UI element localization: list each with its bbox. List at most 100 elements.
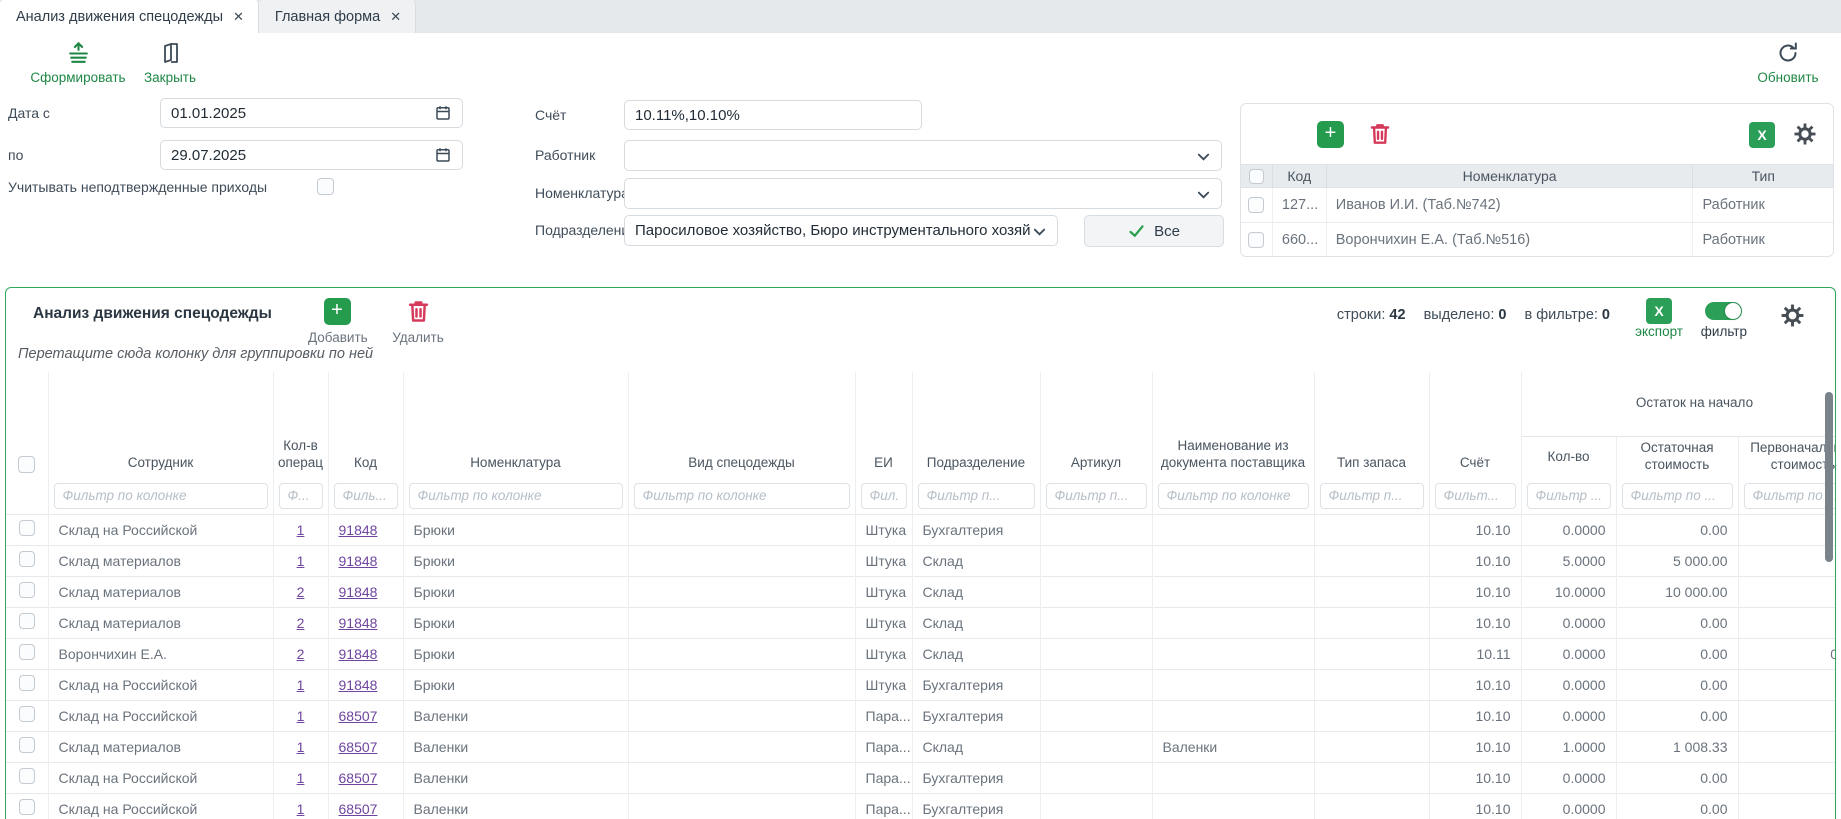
calendar-icon[interactable] bbox=[434, 104, 452, 122]
ops-count-link[interactable]: 2 bbox=[297, 615, 305, 631]
list-item[interactable]: 127... Иванов И.И. (Таб.№742) Работник bbox=[1241, 188, 1833, 223]
select-all-rows-checkbox[interactable] bbox=[18, 456, 35, 473]
row-checkbox[interactable] bbox=[19, 799, 35, 815]
ops-count-link[interactable]: 1 bbox=[297, 770, 305, 786]
filter-input-code[interactable] bbox=[334, 483, 398, 509]
table-row[interactable]: Склад на Российской 1 68507 Валенки Пара… bbox=[6, 793, 1835, 819]
code-link[interactable]: 68507 bbox=[339, 770, 378, 786]
infilter-count: 0 bbox=[1602, 307, 1610, 323]
row-checkbox[interactable] bbox=[19, 644, 35, 660]
code-link[interactable]: 68507 bbox=[339, 739, 378, 755]
group-by-drop-zone[interactable]: Перетащите сюда колонку для группировки … bbox=[6, 346, 1835, 372]
tab-analysis[interactable]: Анализ движения спецодежды ✕ bbox=[0, 0, 259, 33]
filter-input-department[interactable] bbox=[918, 483, 1035, 509]
generate-button[interactable]: Сформировать bbox=[28, 41, 128, 85]
select-all-checkbox[interactable] bbox=[1249, 169, 1264, 184]
code-link[interactable]: 68507 bbox=[339, 801, 378, 817]
row-checkbox[interactable] bbox=[19, 706, 35, 722]
close-form-button[interactable]: Закрыть bbox=[138, 41, 202, 85]
row-checkbox[interactable] bbox=[19, 613, 35, 629]
column-header-residual-value: Остаточная стоимость bbox=[1616, 436, 1738, 478]
cell-workwear-kind bbox=[628, 762, 855, 793]
row-checkbox[interactable] bbox=[19, 768, 35, 784]
refresh-button[interactable]: Обновить bbox=[1745, 41, 1831, 85]
row-checkbox[interactable] bbox=[1248, 232, 1264, 248]
filter-input-initial-value[interactable] bbox=[1744, 483, 1836, 509]
cell-qty: 0.0000 bbox=[1521, 514, 1616, 545]
row-checkbox[interactable] bbox=[19, 551, 35, 567]
filter-input-residual-value[interactable] bbox=[1622, 483, 1733, 509]
table-row[interactable]: Склад материалов 1 91848 Брюки Штука Скл… bbox=[6, 545, 1835, 576]
nomenclature-select[interactable] bbox=[676, 178, 1222, 209]
nomenclature-code-input[interactable] bbox=[624, 178, 677, 209]
filter-input-supplier-doc-name[interactable] bbox=[1158, 483, 1309, 509]
column-header-article: Артикул bbox=[1040, 372, 1152, 478]
cell-initial-value bbox=[1738, 545, 1835, 576]
date-from-input[interactable] bbox=[160, 98, 463, 128]
add-row-button[interactable]: + Добавить bbox=[308, 298, 366, 345]
row-checkbox[interactable] bbox=[1248, 197, 1264, 213]
filter-input-employee[interactable] bbox=[54, 483, 268, 509]
delete-selection-button[interactable] bbox=[1367, 121, 1394, 148]
code-link[interactable]: 91848 bbox=[339, 584, 378, 600]
code-link[interactable]: 91848 bbox=[339, 615, 378, 631]
filter-input-nomenclature[interactable] bbox=[409, 483, 623, 509]
ops-count-link[interactable]: 2 bbox=[297, 646, 305, 662]
filter-input-stock-type[interactable] bbox=[1320, 483, 1424, 509]
table-row[interactable]: Склад на Российской 1 91848 Брюки Штука … bbox=[6, 669, 1835, 700]
filter-input-workwear-kind[interactable] bbox=[634, 483, 850, 509]
ops-count-link[interactable]: 1 bbox=[297, 553, 305, 569]
department-select[interactable]: Паросиловое хозяйство, Бюро инструментал… bbox=[624, 215, 1058, 246]
filter-input-ops-count[interactable] bbox=[279, 483, 323, 509]
export-button[interactable]: X экспорт bbox=[1635, 298, 1683, 339]
excel-export-button[interactable]: X bbox=[1749, 122, 1775, 148]
date-to-input[interactable] bbox=[160, 140, 463, 170]
code-link[interactable]: 91848 bbox=[339, 646, 378, 662]
cell-residual-value: 5 000.00 bbox=[1616, 545, 1738, 576]
vertical-scrollbar-thumb[interactable] bbox=[1825, 392, 1833, 562]
add-selection-button[interactable]: + bbox=[1317, 121, 1344, 148]
tab-main-form[interactable]: Главная форма ✕ bbox=[259, 0, 416, 33]
code-link[interactable]: 91848 bbox=[339, 522, 378, 538]
row-checkbox[interactable] bbox=[19, 675, 35, 691]
gear-icon[interactable] bbox=[1793, 122, 1817, 146]
cell-residual-value: 0.00 bbox=[1616, 793, 1738, 819]
row-checkbox[interactable] bbox=[19, 582, 35, 598]
row-checkbox[interactable] bbox=[19, 520, 35, 536]
cell-article bbox=[1040, 669, 1152, 700]
close-icon[interactable]: ✕ bbox=[390, 9, 401, 25]
table-row[interactable]: Склад на Российской 1 68507 Валенки Пара… bbox=[6, 700, 1835, 731]
unconfirmed-checkbox[interactable] bbox=[317, 178, 334, 195]
code-link[interactable]: 91848 bbox=[339, 677, 378, 693]
ops-count-link[interactable]: 1 bbox=[297, 708, 305, 724]
calendar-icon[interactable] bbox=[434, 146, 452, 164]
table-row[interactable]: Склад материалов 2 91848 Брюки Штука Скл… bbox=[6, 576, 1835, 607]
filter-toggle[interactable]: фильтр bbox=[1701, 298, 1747, 339]
worker-select[interactable] bbox=[676, 140, 1222, 171]
row-checkbox[interactable] bbox=[19, 737, 35, 753]
ops-count-link[interactable]: 2 bbox=[297, 584, 305, 600]
filter-input-unit[interactable] bbox=[861, 483, 907, 509]
rows-count: 42 bbox=[1389, 307, 1405, 323]
close-icon[interactable]: ✕ bbox=[233, 9, 244, 25]
filter-input-article[interactable] bbox=[1046, 483, 1147, 509]
select-all-departments-button[interactable]: Все bbox=[1084, 215, 1224, 247]
table-row[interactable]: Склад на Российской 1 68507 Валенки Пара… bbox=[6, 762, 1835, 793]
filter-input-account[interactable] bbox=[1435, 483, 1516, 509]
ops-count-link[interactable]: 1 bbox=[297, 801, 305, 817]
delete-row-button[interactable]: Удалить bbox=[391, 298, 445, 345]
filter-input-qty[interactable] bbox=[1527, 483, 1611, 509]
table-row[interactable]: Склад на Российской 1 91848 Брюки Штука … bbox=[6, 514, 1835, 545]
gear-icon[interactable] bbox=[1780, 303, 1805, 328]
table-row[interactable]: Склад материалов 2 91848 Брюки Штука Скл… bbox=[6, 607, 1835, 638]
account-input[interactable] bbox=[624, 100, 922, 130]
table-row[interactable]: Склад материалов 1 68507 Валенки Пара...… bbox=[6, 731, 1835, 762]
table-row[interactable]: Ворончихин Е.А. 2 91848 Брюки Штука Скла… bbox=[6, 638, 1835, 669]
worker-code-input[interactable] bbox=[624, 140, 677, 171]
ops-count-link[interactable]: 1 bbox=[297, 677, 305, 693]
code-link[interactable]: 91848 bbox=[339, 553, 378, 569]
list-item[interactable]: 660... Ворончихин Е.А. (Таб.№516) Работн… bbox=[1241, 223, 1833, 257]
code-link[interactable]: 68507 bbox=[339, 708, 378, 724]
ops-count-link[interactable]: 1 bbox=[297, 739, 305, 755]
ops-count-link[interactable]: 1 bbox=[297, 522, 305, 538]
